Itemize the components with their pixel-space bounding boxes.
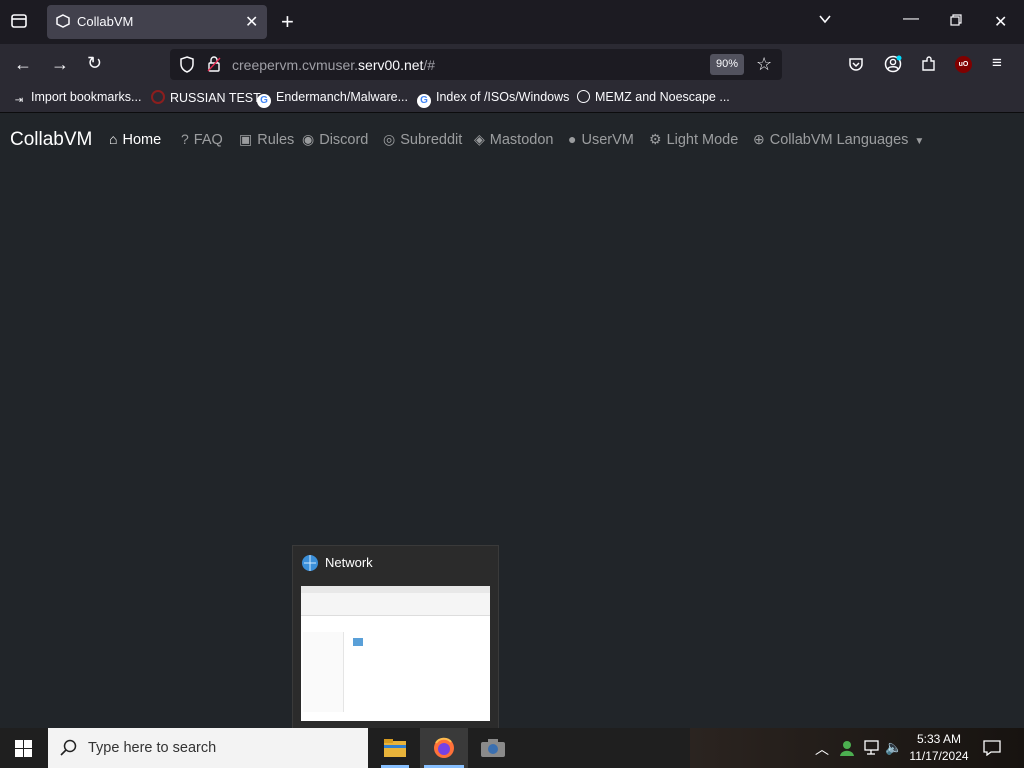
shield-icon[interactable] (179, 56, 195, 78)
url-bar[interactable]: creepervm.cvmuser.serv00.net/# 90% ☆ (170, 49, 782, 80)
tab-overview-icon[interactable] (10, 12, 28, 30)
close-tab-icon[interactable]: ✕ (245, 12, 258, 32)
nav-light-mode[interactable]: ⚙ Light Mode (649, 131, 738, 148)
url-host-prefix: creepervm.cvmuser. (232, 57, 359, 73)
taskbar-search-box[interactable]: Type here to search (48, 728, 368, 768)
notifications-icon[interactable] (983, 740, 1001, 761)
discord-icon: ◉ (302, 131, 315, 147)
nav-languages-dropdown[interactable]: ⊕ CollabVM Languages ▼ (753, 131, 924, 148)
network-icon (301, 554, 319, 577)
bookmark-label: Endermanch/Malware... (276, 90, 409, 104)
bookmark-import[interactable]: ⇥ Import bookmarks... (12, 90, 142, 108)
bookmark-star-icon[interactable]: ☆ (756, 54, 772, 75)
tab-title: CollabVM (77, 14, 134, 29)
tab-collabvm[interactable]: CollabVM ✕ (47, 5, 267, 39)
taskbar-firefox[interactable] (420, 728, 468, 768)
import-icon: ⇥ (14, 95, 24, 106)
caret-down-icon: ▼ (914, 136, 925, 147)
question-icon: ? (181, 131, 189, 147)
firefox-icon (433, 737, 455, 764)
network-tray-icon[interactable] (862, 740, 880, 761)
user-icon: ● (568, 131, 577, 147)
nav-rules[interactable]: ▣ Rules (239, 131, 294, 148)
url-path: /# (423, 57, 436, 73)
nav-label: Subreddit (400, 132, 463, 148)
nav-label: CollabVM Languages (769, 132, 909, 148)
site-brand[interactable]: CollabVM (10, 129, 92, 151)
clipboard-icon: ▣ (239, 131, 253, 147)
camera-icon (481, 739, 505, 762)
reload-icon[interactable]: ↻ (87, 53, 102, 74)
windows-start-icon[interactable] (15, 740, 32, 762)
taskbar-camera[interactable] (469, 728, 517, 768)
bookmarks-toolbar: ⇥ Import bookmarks... RUSSIAN TEST G Ender… (0, 86, 1024, 113)
show-hidden-icons-icon[interactable]: ︿ (815, 739, 829, 759)
minimize-icon[interactable]: — (903, 10, 919, 28)
nav-home[interactable]: ⌂ Home (109, 131, 161, 148)
nav-label: Mastodon (489, 132, 554, 148)
tab-strip: CollabVM ✕ + — ✕ (0, 0, 1024, 44)
nav-label: Discord (319, 132, 369, 148)
nav-label: Rules (257, 132, 295, 148)
url-host-domain: serv00.net (358, 57, 424, 73)
nav-label: UserVM (581, 132, 634, 148)
nav-label: Home (122, 132, 162, 148)
zoom-level[interactable]: 90% (710, 54, 744, 75)
taskbar-clock[interactable]: 5:33 AM 11/17/2024 (900, 731, 978, 765)
thumbnail-title: Network (325, 555, 373, 570)
bookmark-label: Index of /ISOs/Windows (436, 90, 570, 104)
nav-label: FAQ (193, 132, 223, 148)
bookmark-russian-test[interactable]: RUSSIAN TEST (151, 90, 261, 105)
gear-icon: ⚙ (649, 131, 662, 147)
url-text[interactable]: creepervm.cvmuser.serv00.net/# (232, 57, 435, 73)
google-icon: G (257, 94, 271, 108)
reddit-icon: ◎ (383, 131, 396, 147)
search-icon (60, 739, 78, 762)
folder-icon (384, 739, 406, 762)
site-navbar: CollabVM ⌂ Home ? FAQ ▣ Rules ◉ Discord ◎ Sub… (0, 113, 1024, 167)
mastodon-icon: ◈ (474, 131, 485, 147)
back-icon[interactable]: ← (14, 54, 32, 75)
account-icon[interactable] (884, 55, 902, 78)
site-icon (151, 90, 165, 104)
bookmark-label: Import bookmarks... (31, 90, 142, 104)
bookmark-label: RUSSIAN TEST (170, 91, 261, 105)
google-icon: G (417, 94, 431, 108)
forward-icon[interactable]: → (51, 54, 69, 75)
menu-hamburger-icon[interactable]: ≡ (992, 53, 1002, 73)
home-icon: ⌂ (109, 131, 118, 147)
nav-uservm[interactable]: ● UserVM (568, 131, 634, 148)
close-window-icon[interactable]: ✕ (994, 12, 1007, 32)
search-placeholder: Type here to search (88, 740, 217, 756)
nav-discord[interactable]: ◉ Discord (302, 131, 368, 148)
bookmark-memz[interactable]: MEMZ and Noescape ... (577, 90, 730, 104)
nav-faq[interactable]: ? FAQ (181, 131, 223, 148)
pocket-icon[interactable] (848, 56, 864, 77)
collabvm-favicon-icon (56, 14, 70, 33)
globe-icon (577, 90, 590, 103)
list-tabs-icon[interactable] (818, 12, 832, 31)
bookmark-label: MEMZ and Noescape ... (595, 90, 730, 104)
new-tab-icon[interactable]: + (281, 9, 294, 35)
window-preview-image (301, 586, 490, 721)
extensions-icon[interactable] (920, 55, 938, 78)
nav-subreddit[interactable]: ◎ Subreddit (383, 131, 462, 148)
user-sync-icon[interactable] (838, 739, 856, 762)
lock-warning-icon[interactable] (207, 56, 221, 78)
taskbar-thumbnail-popup[interactable]: Network (292, 545, 499, 730)
globe-icon: ⊕ (753, 131, 765, 147)
taskbar-file-explorer[interactable] (371, 728, 419, 768)
clock-date: 11/17/2024 (909, 749, 969, 763)
bookmark-endermanch[interactable]: G Endermanch/Malware... (257, 90, 408, 108)
nav-label: Light Mode (666, 132, 739, 148)
nav-mastodon[interactable]: ◈ Mastodon (474, 131, 553, 148)
bookmark-index-isos[interactable]: G Index of /ISOs/Windows (417, 90, 569, 108)
ublock-origin-icon[interactable]: uO (955, 56, 972, 73)
clock-time: 5:33 AM (916, 732, 962, 746)
restore-icon[interactable] (950, 13, 962, 31)
